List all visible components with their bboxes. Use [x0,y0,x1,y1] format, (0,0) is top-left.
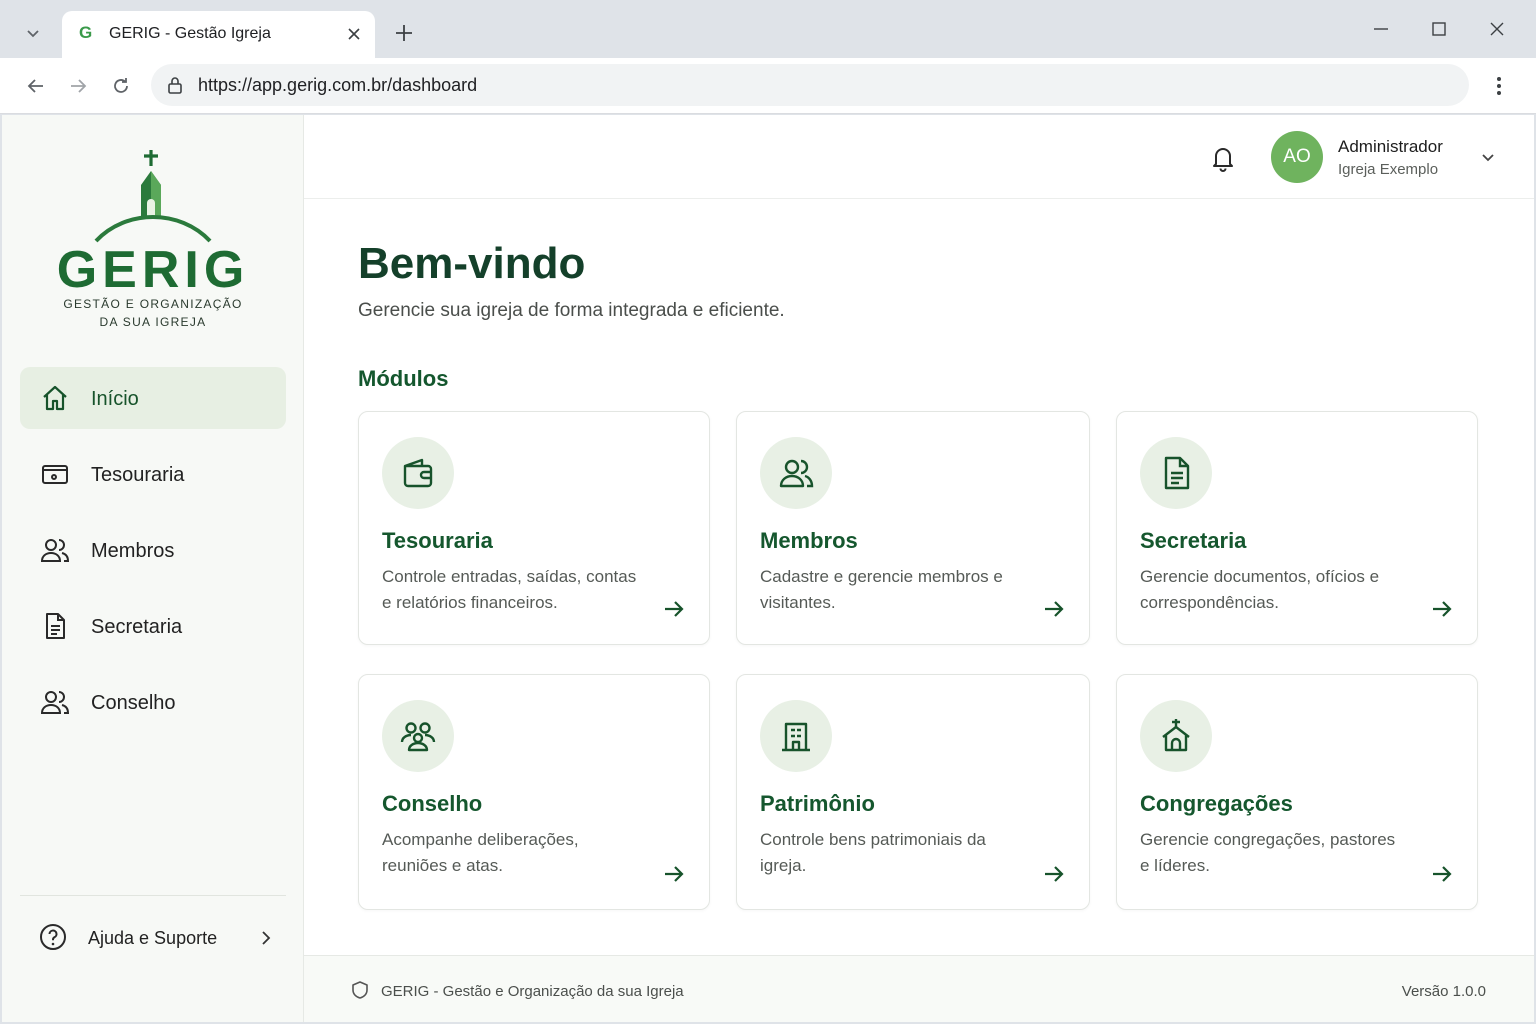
logo-tagline-line1: GESTÃO E ORGANIZAÇÃO [63,297,243,311]
sidebar-item-label: Início [91,388,139,410]
url-text: https://app.gerig.com.br/dashboard [198,75,478,95]
arrow-right-icon[interactable] [1041,596,1067,622]
section-title: Módulos [358,366,449,391]
page-title: Bem-vindo [358,239,586,288]
church-icon [1140,700,1212,772]
arrow-right-icon[interactable] [661,861,687,887]
arrow-right-icon[interactable] [1041,861,1067,887]
card-description: Controle bens patrimoniais da igreja. [760,830,986,875]
tab-list-chevron-icon[interactable] [18,18,48,48]
main-content: Bem-vindo Gerencie sua igreja de forma i… [304,199,1534,955]
module-card-secretaria[interactable]: Secretaria Gerencie documentos, ofícios … [1116,411,1478,645]
church-steeple-logo-icon [94,150,212,243]
tab-close-icon[interactable] [343,23,365,45]
sidebar: GERIG GESTÃO E ORGANIZAÇÃO DA SUA IGREJA… [2,115,304,1022]
address-bar[interactable]: https://app.gerig.com.br/dashboard [151,64,1469,106]
users-icon [40,539,70,562]
chevron-right-icon [262,931,271,945]
chevron-down-icon[interactable] [1478,147,1498,167]
card-description: Cadastre e gerencie membros e visitantes… [760,567,1003,612]
document-icon [1140,437,1212,509]
minimize-icon[interactable] [1366,14,1396,44]
sidebar-item-label: Tesouraria [91,464,185,486]
tab-title: GERIG - Gestão Igreja [109,25,271,42]
sidebar-item-label: Conselho [91,692,176,714]
module-card-congregacoes[interactable]: Congregações Gerencie congregações, past… [1116,674,1478,910]
lock-icon [165,75,185,95]
new-tab-plus-icon[interactable] [391,20,417,46]
card-title: Patrimônio [760,791,875,816]
footer-text: GERIG - Gestão e Organização da sua Igre… [381,983,684,1000]
user-organization: Igreja Exemplo [1338,161,1439,178]
sidebar-item-tesouraria[interactable]: Tesouraria [20,443,286,505]
app-header: AO Administrador Igreja Exemplo [304,115,1534,199]
app-version: Versão 1.0.0 [1401,983,1486,1000]
window-close-icon[interactable] [1482,14,1512,44]
sidebar-item-label: Membros [91,540,175,562]
maximize-icon[interactable] [1424,14,1454,44]
card-description: Gerencie documentos, ofícios e correspon… [1140,567,1380,612]
browser-tab[interactable]: G GERIG - Gestão Igreja [62,11,375,58]
module-card-conselho[interactable]: Conselho Acompanhe deliberações, reuniõe… [358,674,710,910]
wallet-icon [382,437,454,509]
browser-menu-icon[interactable] [1484,71,1514,101]
logo-wordmark: GERIG [56,241,250,299]
document-icon [46,613,65,639]
app-root: GERIG GESTÃO E ORGANIZAÇÃO DA SUA IGREJA… [2,115,1534,1022]
browser-tab-bar: G GERIG - Gestão Igreja [0,0,1536,58]
wallet-icon [42,465,68,484]
user-name[interactable]: Administrador [1338,137,1443,157]
arrow-right-icon[interactable] [1429,596,1455,622]
help-support-link[interactable]: Ajuda e Suporte [20,910,286,966]
card-description: Gerencie congregações, pastores e lídere… [1140,830,1396,875]
logo-tagline-line2: DA SUA IGREJA [99,315,207,329]
sidebar-item-conselho[interactable]: Conselho [20,671,286,733]
page-subtitle: Gerencie sua igreja de forma integrada e… [358,300,785,321]
sidebar-item-membros[interactable]: Membros [20,519,286,581]
back-arrow-icon[interactable] [21,71,51,101]
gerig-logo[interactable]: GERIG GESTÃO E ORGANIZAÇÃO DA SUA IGREJA [2,145,304,335]
browser-toolbar: https://app.gerig.com.br/dashboard [0,58,1536,114]
help-circle-icon [40,924,66,950]
building-icon [760,700,832,772]
favicon-icon: G [79,23,93,42]
module-card-patrimonio[interactable]: Patrimônio Controle bens patrimoniais da… [736,674,1090,910]
sidebar-divider [20,895,286,896]
sidebar-item-label: Secretaria [91,616,183,638]
sidebar-item-secretaria[interactable]: Secretaria [20,595,286,657]
card-title: Secretaria [1140,528,1247,553]
arrow-right-icon[interactable] [1429,861,1455,887]
card-title: Conselho [382,791,483,816]
arrow-right-icon[interactable] [661,596,687,622]
card-description: Acompanhe deliberações, reuniões e atas. [382,830,579,875]
module-card-membros[interactable]: Membros Cadastre e gerencie membros e vi… [736,411,1090,645]
users-icon [40,691,70,714]
card-title: Congregações [1140,791,1293,816]
reload-icon[interactable] [106,71,136,101]
shield-icon [352,981,368,999]
sidebar-item-inicio[interactable]: Início [20,367,286,429]
card-title: Tesouraria [382,528,493,553]
app-footer: GERIG - Gestão e Organização da sua Igre… [304,955,1534,1022]
avatar[interactable]: AO [1271,131,1323,183]
group-icon [382,700,454,772]
module-card-tesouraria[interactable]: Tesouraria Controle entradas, saídas, co… [358,411,710,645]
card-description: Controle entradas, saídas, contas e rela… [382,567,637,612]
home-icon [43,385,67,411]
users-icon [760,437,832,509]
card-title: Membros [760,528,858,553]
notification-bell-icon[interactable] [1208,143,1238,173]
help-support-label: Ajuda e Suporte [88,928,218,948]
forward-arrow-icon[interactable] [63,71,93,101]
